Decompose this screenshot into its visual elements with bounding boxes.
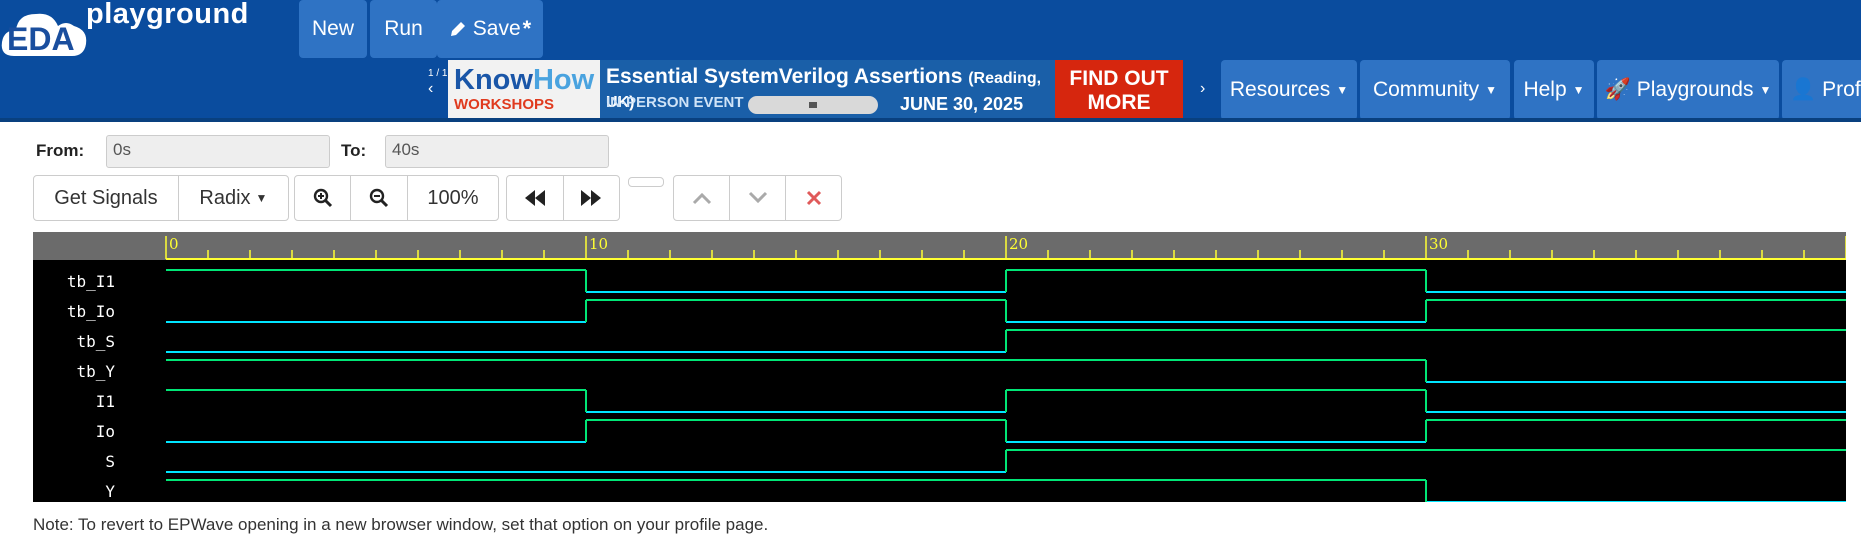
signal-name-s: S bbox=[105, 452, 115, 471]
zoom-level[interactable]: 100% bbox=[408, 176, 498, 220]
remove-signal-button[interactable] bbox=[786, 176, 841, 220]
caret-down-icon: ▼ bbox=[1485, 83, 1498, 97]
ad-slider bbox=[748, 96, 878, 114]
ad-next-arrow-icon[interactable]: › bbox=[1200, 80, 1205, 98]
resources-label: Resources bbox=[1229, 78, 1331, 101]
signal-name-i1: I1 bbox=[96, 392, 115, 411]
from-input[interactable]: 0s bbox=[106, 135, 330, 168]
ad-event: IN-PERSON EVENT bbox=[606, 94, 744, 111]
ad-date: JUNE 30, 2025 bbox=[900, 94, 1024, 114]
zoom-button-group: 100% bbox=[294, 175, 499, 221]
brand-know: Know bbox=[454, 64, 533, 96]
caret-down-icon: ▼ bbox=[1759, 83, 1772, 97]
signal-name-tb-y: tb_Y bbox=[76, 362, 115, 381]
signal-name-tb-i1: tb_I1 bbox=[67, 272, 115, 291]
caret-down-icon: ▼ bbox=[1572, 83, 1585, 97]
run-button-label: Run bbox=[384, 17, 423, 40]
close-icon bbox=[806, 190, 821, 206]
previous-transition-button[interactable] bbox=[507, 176, 564, 220]
ruler-time-label: 0 bbox=[169, 235, 179, 253]
to-input[interactable]: 40s bbox=[385, 135, 609, 168]
zoom-level-value: 100% bbox=[427, 186, 479, 209]
run-button[interactable]: Run bbox=[370, 0, 437, 58]
move-up-button[interactable] bbox=[674, 176, 730, 220]
signal-name-y: Y bbox=[105, 482, 115, 501]
get-signals-button[interactable]: Get Signals bbox=[34, 176, 179, 220]
find-out-more-button[interactable]: FIND OUT MORE bbox=[1055, 60, 1183, 120]
ruler-time-label: 20 bbox=[1009, 235, 1028, 253]
caret-down-icon: ▼ bbox=[255, 191, 268, 205]
ad-content: Essential SystemVerilog Assertions (Read… bbox=[600, 60, 1055, 120]
ruler-time-label: 30 bbox=[1429, 235, 1448, 253]
backward-icon bbox=[524, 190, 545, 206]
logo-eda-text: EDA bbox=[7, 21, 75, 57]
edaplayground-logo[interactable]: EDA playground bbox=[0, 0, 270, 60]
chevron-up-icon bbox=[692, 192, 711, 205]
new-button[interactable]: New bbox=[299, 0, 367, 58]
brand-how: How bbox=[532, 64, 595, 96]
from-label: From: bbox=[36, 141, 85, 160]
chevron-down-icon bbox=[748, 191, 767, 204]
ruler-time-label: 10 bbox=[589, 235, 608, 253]
profile-menu[interactable]: 👤 Prof bbox=[1782, 60, 1861, 120]
signal-order-button-group bbox=[673, 175, 842, 221]
caret-down-icon: ▼ bbox=[1336, 83, 1349, 97]
rocket-icon: 🚀 bbox=[1604, 78, 1631, 101]
radix-dropdown[interactable]: Radix ▼ bbox=[179, 176, 288, 220]
radix-label: Radix bbox=[199, 186, 251, 209]
empty-toolbar-button[interactable] bbox=[628, 177, 664, 187]
profile-note: Note: To revert to EPWave opening in a n… bbox=[33, 515, 769, 534]
time-ruler bbox=[33, 232, 1846, 260]
top-navbar: EDA playground New Run Save * 1 / 1 ‹ Kno… bbox=[0, 0, 1861, 122]
new-button-label: New bbox=[311, 17, 354, 40]
ad-headline: Essential SystemVerilog Assertions bbox=[606, 65, 963, 88]
zoom-in-button[interactable] bbox=[295, 176, 352, 220]
move-down-button[interactable] bbox=[730, 176, 786, 220]
brand-sub: WORKSHOPS bbox=[454, 96, 555, 113]
ad-prev-arrow-icon[interactable]: ‹ bbox=[428, 80, 433, 98]
forward-icon bbox=[581, 190, 602, 206]
resources-menu[interactable]: Resources ▼ bbox=[1221, 60, 1357, 120]
community-menu[interactable]: Community ▼ bbox=[1360, 60, 1510, 120]
signals-button-group: Get Signals Radix ▼ bbox=[33, 175, 289, 221]
waveform-canvas[interactable]: 0 10 20 30 tb_I1 tb_Io tb_S tb_Y I1 Io SY bbox=[33, 232, 1847, 503]
next-transition-button[interactable] bbox=[564, 176, 620, 220]
signal-name-tb-io: tb_Io bbox=[67, 302, 115, 321]
modified-marker: * bbox=[522, 16, 532, 41]
signal-name-tb-s: tb_S bbox=[76, 332, 115, 351]
playgrounds-menu[interactable]: 🚀 Playgrounds ▼ bbox=[1597, 60, 1779, 120]
save-button[interactable]: Save * bbox=[437, 0, 543, 58]
zoom-in-icon bbox=[313, 188, 332, 208]
waveform-viewer[interactable]: 0 10 20 30 tb_I1 tb_Io tb_S tb_Y I1 Io S Y bbox=[33, 232, 1847, 503]
navigate-button-group bbox=[506, 175, 620, 221]
get-signals-label: Get Signals bbox=[54, 186, 158, 209]
community-label: Community bbox=[1372, 78, 1480, 101]
help-label: Help bbox=[1523, 78, 1567, 101]
user-circle-icon: 👤 bbox=[1790, 78, 1817, 101]
save-button-label: Save bbox=[472, 17, 521, 40]
ad-pager: 1 / 1 bbox=[428, 68, 448, 79]
to-label: To: bbox=[341, 141, 367, 160]
logo-playground-text: playground bbox=[86, 0, 249, 30]
signal-name-io: Io bbox=[96, 422, 115, 441]
help-menu[interactable]: Help ▼ bbox=[1514, 60, 1594, 120]
playgrounds-label: Playgrounds bbox=[1636, 78, 1754, 101]
zoom-out-button[interactable] bbox=[351, 176, 408, 220]
profile-label: Prof bbox=[1822, 78, 1861, 101]
zoom-out-icon bbox=[369, 188, 389, 208]
ad-banner[interactable]: KnowHow WORKSHOPS Essential SystemVerilo… bbox=[448, 60, 1186, 120]
pencil-icon bbox=[450, 22, 465, 36]
knowhow-logo: KnowHow WORKSHOPS bbox=[448, 60, 600, 120]
